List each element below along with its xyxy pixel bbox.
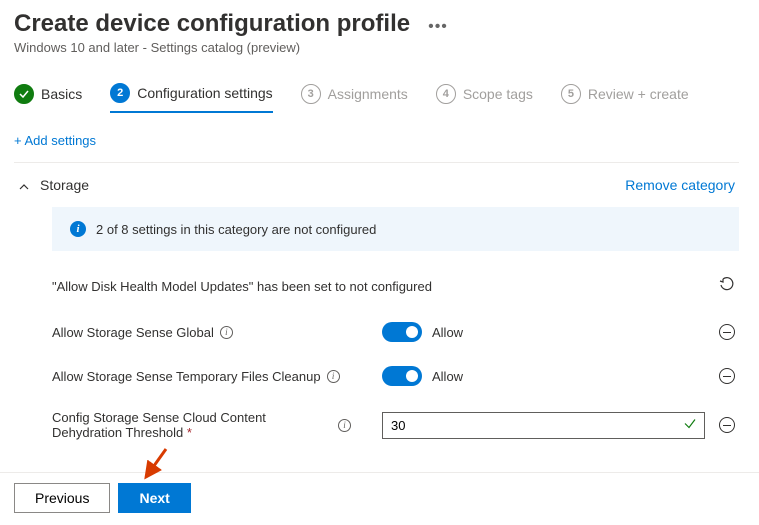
- wizard-stepper: Basics 2 Configuration settings 3 Assign…: [14, 83, 739, 113]
- page-title: Create device configuration profile: [14, 10, 410, 38]
- section-header: Storage Remove category: [14, 163, 739, 207]
- not-configured-text: "Allow Disk Health Model Updates" has be…: [52, 279, 719, 294]
- remove-setting-icon[interactable]: [719, 324, 735, 340]
- info-icon: i: [70, 221, 86, 237]
- step-number: 4: [436, 84, 456, 104]
- step-label: Review + create: [588, 86, 689, 102]
- setting-row-allow-global: Allow Storage Sense Global i Allow: [52, 310, 739, 354]
- valid-check-icon: [683, 417, 697, 434]
- step-label: Basics: [41, 86, 82, 102]
- step-number: 2: [110, 83, 130, 103]
- info-banner: i 2 of 8 settings in this category are n…: [52, 207, 739, 251]
- step-scope-tags[interactable]: 4 Scope tags: [436, 84, 533, 112]
- setting-label: Allow Storage Sense Global: [52, 325, 214, 340]
- add-settings-link[interactable]: + Add settings: [14, 133, 96, 148]
- chevron-up-icon[interactable]: [18, 178, 30, 193]
- setting-row-not-configured: "Allow Disk Health Model Updates" has be…: [52, 259, 739, 310]
- step-review-create[interactable]: 5 Review + create: [561, 84, 689, 112]
- step-basics[interactable]: Basics: [14, 84, 82, 112]
- toggle-allow-global[interactable]: [382, 322, 422, 342]
- next-button[interactable]: Next: [118, 483, 190, 513]
- toggle-allow-temp[interactable]: [382, 366, 422, 386]
- step-number: 5: [561, 84, 581, 104]
- check-icon: [14, 84, 34, 104]
- step-number: 3: [301, 84, 321, 104]
- help-icon[interactable]: i: [338, 419, 351, 432]
- remove-category-link[interactable]: Remove category: [625, 177, 735, 193]
- setting-label: Allow Storage Sense Temporary Files Clea…: [52, 369, 321, 384]
- help-icon[interactable]: i: [327, 370, 340, 383]
- step-configuration-settings[interactable]: 2 Configuration settings: [110, 83, 272, 113]
- required-indicator: *: [187, 425, 192, 440]
- toggle-value: Allow: [432, 325, 463, 340]
- toggle-value: Allow: [432, 369, 463, 384]
- setting-row-allow-temp: Allow Storage Sense Temporary Files Clea…: [52, 354, 739, 398]
- setting-label: Config Storage Sense Cloud Content Dehyd…: [52, 410, 332, 440]
- step-label: Assignments: [328, 86, 408, 102]
- dehydration-threshold-input[interactable]: [382, 412, 705, 439]
- previous-button[interactable]: Previous: [14, 483, 110, 513]
- help-icon[interactable]: i: [220, 326, 233, 339]
- section-title: Storage: [40, 177, 89, 193]
- step-label: Configuration settings: [137, 85, 272, 101]
- remove-setting-icon[interactable]: [719, 417, 735, 433]
- setting-row-dehydration: Config Storage Sense Cloud Content Dehyd…: [52, 398, 739, 452]
- remove-setting-icon[interactable]: [719, 368, 735, 384]
- footer: Previous Next: [0, 472, 759, 523]
- info-text: 2 of 8 settings in this category are not…: [96, 222, 376, 237]
- step-label: Scope tags: [463, 86, 533, 102]
- step-assignments[interactable]: 3 Assignments: [301, 84, 408, 112]
- more-icon[interactable]: •••: [428, 18, 448, 36]
- page-subtitle: Windows 10 and later - Settings catalog …: [14, 40, 739, 55]
- undo-icon[interactable]: [719, 281, 735, 296]
